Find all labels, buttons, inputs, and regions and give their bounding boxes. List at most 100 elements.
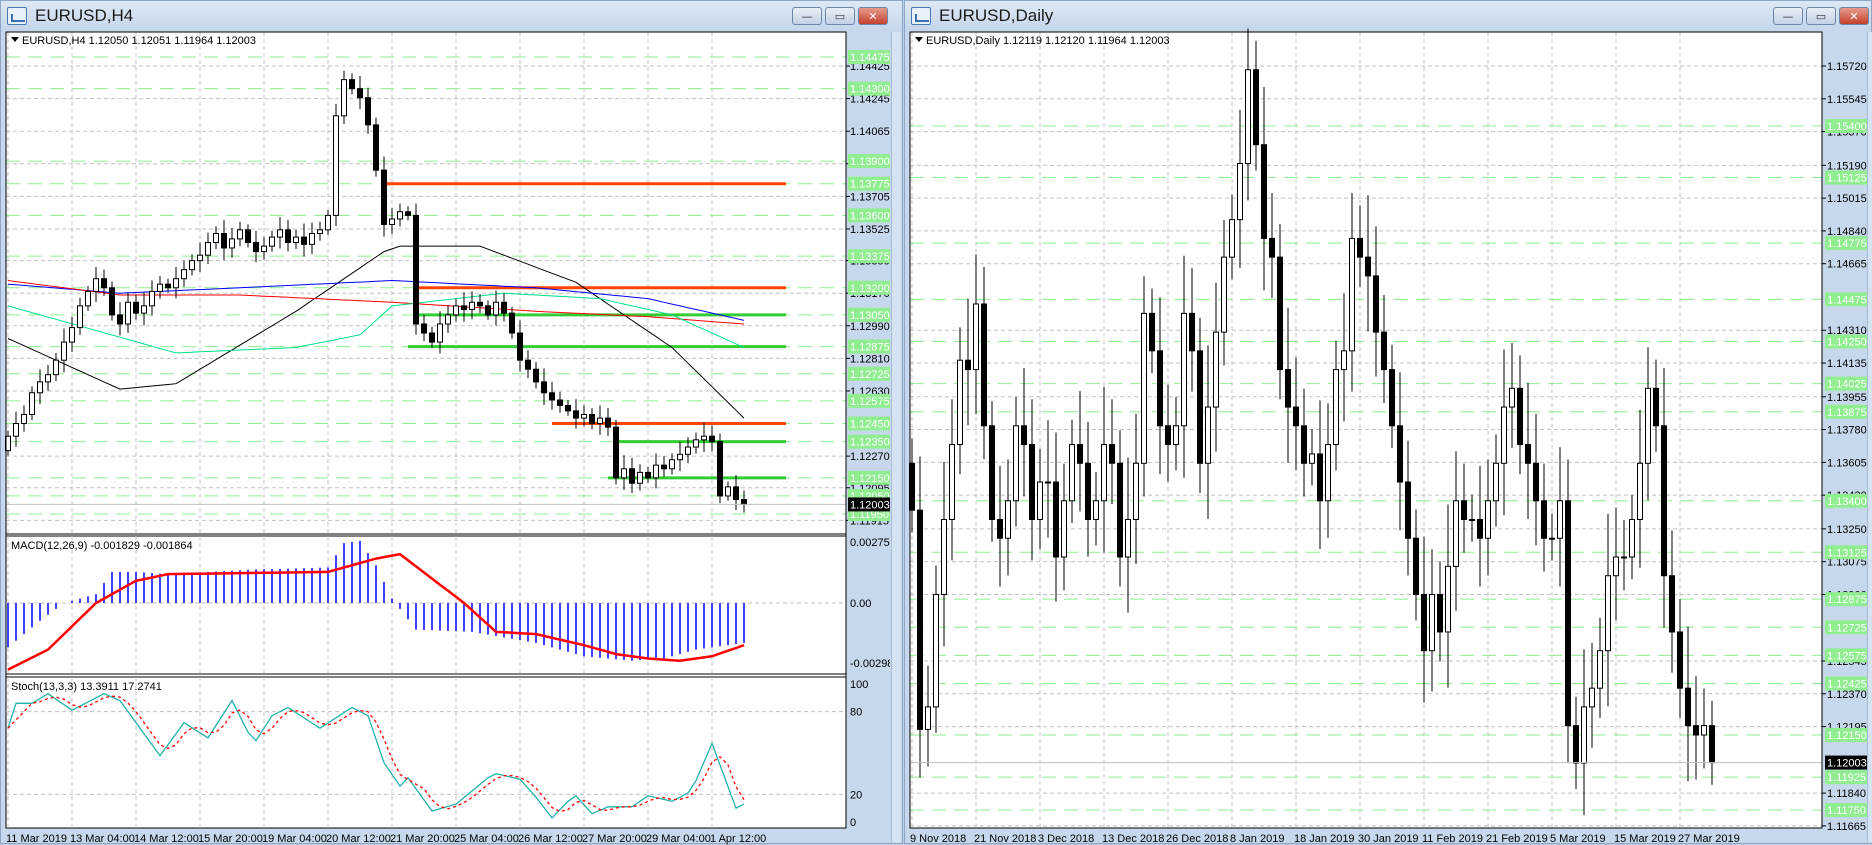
bull-candle: [437, 323, 443, 343]
bear-candle: [365, 97, 371, 126]
level-price-label: 1.12575: [1827, 650, 1867, 662]
bull-candle: [293, 236, 299, 244]
level-price-label: 1.12875: [1827, 594, 1867, 606]
price-axis-label: 1.12270: [850, 451, 890, 463]
level-price-label: 1.14300: [850, 84, 890, 96]
bull-candle: [1605, 575, 1611, 652]
level-price-label: 1.13375: [850, 251, 890, 263]
bull-candle: [1613, 556, 1619, 577]
bear-candle: [1189, 312, 1195, 352]
bear-candle: [133, 301, 139, 314]
vertical-scrollbar[interactable]: [891, 32, 901, 843]
bull-candle: [1701, 725, 1707, 736]
bull-candle: [669, 459, 675, 470]
bear-candle: [1357, 237, 1363, 258]
time-axis-label: 20 Mar 12:00: [326, 833, 391, 845]
bull-candle: [1309, 453, 1315, 464]
time-axis-label: 8 Jan 2019: [1230, 833, 1284, 845]
time-axis-label: 15 Mar 2019: [1614, 833, 1676, 845]
bull-candle: [237, 229, 243, 240]
bear-candle: [1389, 369, 1395, 427]
bear-candle: [1109, 444, 1115, 464]
bull-candle: [1141, 312, 1147, 464]
price-axis-label: 1.13250: [1827, 524, 1867, 536]
bull-candle: [69, 327, 75, 343]
bear-candle: [981, 303, 987, 427]
bull-candle: [317, 229, 323, 234]
bull-candle: [685, 446, 691, 455]
bull-candle: [1341, 350, 1347, 371]
bear-candle: [741, 499, 747, 505]
bull-candle: [333, 115, 339, 216]
stochastic-axis-label: 20: [850, 789, 862, 801]
bull-candle: [229, 238, 235, 249]
macd-axis-label: 0.00: [850, 598, 871, 610]
bear-candle: [1677, 631, 1683, 689]
bull-candle: [1453, 500, 1459, 567]
level-price-label: 1.13875: [1827, 407, 1867, 419]
bear-candle: [997, 519, 1003, 539]
vertical-scrollbar[interactable]: [1867, 32, 1872, 843]
bull-candle: [125, 301, 131, 325]
bull-candle: [397, 211, 403, 220]
bull-candle: [949, 444, 955, 521]
bull-candle: [1173, 425, 1179, 446]
price-axis-label: 1.12810: [850, 353, 890, 365]
bull-candle: [149, 290, 155, 307]
level-price-label: 1.12150: [850, 473, 890, 485]
h4-price-chart[interactable]: 11 Mar 2019 13 Mar 04:00 14 Mar 12:00 15 Ma…: [1, 1, 890, 845]
bear-candle: [1277, 256, 1283, 371]
bull-candle: [1645, 387, 1651, 464]
bull-candle: [597, 417, 603, 425]
bear-candle: [1573, 725, 1579, 764]
bull-candle: [453, 305, 459, 316]
bear-candle: [549, 392, 555, 401]
bull-candle: [1581, 706, 1587, 764]
bull-candle: [1597, 650, 1603, 689]
bear-candle: [221, 232, 227, 249]
bear-candle: [1053, 481, 1059, 558]
level-price-label: 1.14475: [1827, 294, 1867, 306]
bull-candle: [325, 214, 331, 231]
bear-candle: [501, 301, 507, 314]
bear-candle: [1541, 500, 1547, 539]
time-axis-label: 14 Mar 12:00: [134, 833, 199, 845]
daily-price-chart[interactable]: 9 Nov 2018 21 Nov 2018 3 Dec 2018 13 Dec 20…: [905, 1, 1867, 845]
bear-candle: [1477, 519, 1483, 539]
level-price-label: 1.13125: [1827, 547, 1867, 559]
bull-candle: [1037, 481, 1043, 521]
time-axis-label: 30 Jan 2019: [1358, 833, 1419, 845]
price-axis-label: 1.15015: [1827, 193, 1867, 205]
time-axis-label: 26 Mar 12:00: [518, 833, 583, 845]
bull-candle: [621, 468, 627, 479]
bull-candle: [213, 232, 219, 244]
bull-candle: [173, 278, 179, 289]
bear-candle: [1565, 500, 1571, 727]
bull-candle: [1501, 406, 1507, 464]
price-axis-label: 1.13525: [850, 224, 890, 236]
level-price-label: 1.15400: [1827, 121, 1867, 133]
bull-candle: [1629, 519, 1635, 558]
level-price-label: 1.13400: [1827, 496, 1867, 508]
macd-axis-label: 0.00275: [850, 537, 890, 549]
level-price-label: 1.12875: [850, 342, 890, 354]
stochastic-axis-label: 0: [850, 817, 856, 829]
bull-candle: [1061, 500, 1067, 558]
bear-candle: [1709, 725, 1715, 764]
bull-candle: [445, 314, 451, 325]
bear-candle: [661, 464, 667, 470]
bear-candle: [1669, 575, 1675, 633]
bear-candle: [1197, 350, 1203, 464]
bear-candle: [717, 441, 723, 497]
time-axis-label: 11 Feb 2019: [1422, 833, 1483, 845]
bear-candle: [1157, 350, 1163, 427]
time-axis-label: 5 Mar 2019: [1550, 833, 1606, 845]
bear-candle: [509, 312, 515, 334]
level-price-label: 1.13775: [850, 179, 890, 191]
bear-candle: [965, 359, 971, 371]
bull-candle: [701, 435, 707, 441]
bull-candle: [189, 260, 195, 271]
bear-candle: [1021, 425, 1027, 446]
bull-candle: [21, 413, 27, 425]
bull-candle: [469, 301, 475, 310]
